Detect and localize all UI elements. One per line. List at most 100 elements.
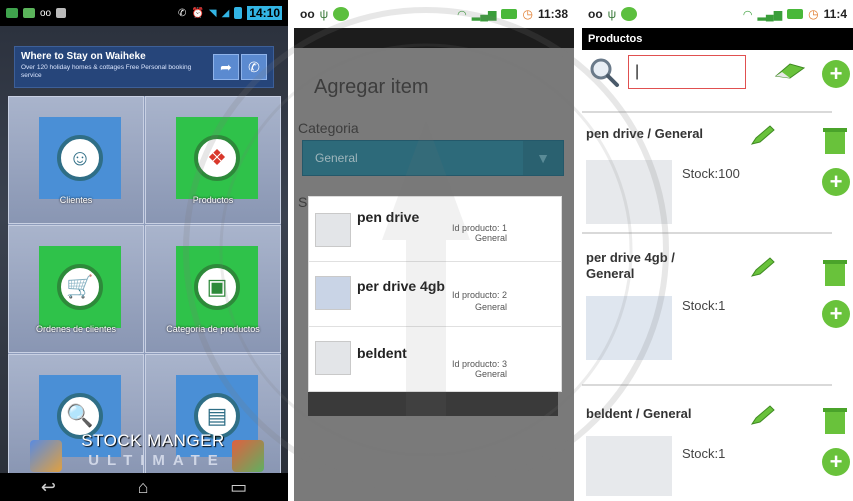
recents-icon[interactable]: ▭ (230, 477, 247, 498)
categoria-tile[interactable]: ▣ (176, 246, 258, 328)
people-icon: ☺ (57, 135, 103, 181)
list-item[interactable]: beldent Id producto: 3 General (309, 327, 561, 392)
tile-productos[interactable]: ❖ Productos (145, 96, 281, 224)
eraser-icon[interactable] (772, 62, 806, 80)
tile-clientes[interactable]: ☺ Clientes (8, 96, 144, 224)
nav-bar: ↩ ⌂ ▭ (0, 473, 288, 501)
page-title: Agregar item (314, 76, 429, 98)
battery-icon (234, 7, 243, 19)
app-notification-icon (333, 7, 350, 21)
product-thumbnail (315, 276, 351, 310)
status-bar: oo ψ ◠ ▂▄▆ ◷ 11:4 (582, 0, 853, 28)
ad-banner[interactable]: Where to Stay on Waiheke Over 120 holida… (14, 46, 274, 88)
back-icon[interactable]: ↩ (41, 477, 56, 498)
ordenes-tile[interactable]: 🛒 (39, 246, 121, 328)
mute-icon: ✆ (178, 7, 187, 19)
pencil-icon[interactable] (750, 124, 776, 146)
tile-label-ordenes: Ordenes de clientes (35, 324, 117, 334)
products-box-icon: ❖ (194, 135, 240, 181)
wifi-icon: ◥ (208, 7, 217, 19)
action-bar (294, 28, 574, 48)
productos-tile[interactable]: ❖ (176, 117, 258, 199)
status-clock: 14:10 (247, 6, 282, 20)
home-icon[interactable]: ⌂ (138, 477, 149, 498)
trash-icon[interactable] (822, 126, 848, 156)
product-category: General (474, 233, 507, 243)
tile-label-productos: Productos (192, 195, 234, 205)
trash-icon[interactable] (822, 258, 848, 288)
tile-categoria[interactable]: ▣ Categoria de productos (145, 225, 281, 353)
signal-icon: ▂▄▆ (471, 8, 497, 21)
product-category: General (474, 369, 507, 379)
add-product-icon[interactable]: + (822, 60, 850, 88)
product-name: per drive 4gb (357, 278, 445, 294)
tile-label-clientes: Clientes (59, 195, 93, 205)
dialog-buttons[interactable] (308, 392, 558, 416)
add-stock-icon[interactable]: + (822, 448, 850, 476)
product-id: Id producto: 1 (451, 223, 507, 233)
list-item[interactable]: pen drive Id producto: 1 General (309, 197, 561, 262)
divider (582, 232, 832, 234)
android-icon (23, 8, 35, 18)
category-spinner[interactable]: General ▼ (302, 140, 564, 176)
title-bar: Productos (582, 28, 853, 50)
briefcase-icon: ▣ (194, 264, 240, 310)
product-picker-dialog: pen drive Id producto: 1 General per dri… (308, 196, 562, 392)
notification-icon (6, 8, 18, 18)
usb-icon: ψ (319, 7, 329, 21)
trash-icon[interactable] (822, 406, 848, 436)
alarm-icon: ⏰ (191, 7, 204, 19)
message-icon (56, 8, 67, 18)
usb-icon: ψ (607, 7, 617, 21)
battery-icon (787, 9, 804, 19)
product-category: General (474, 302, 507, 312)
status-bar: oo ψ ◠ ▂▄▆ ◷ 11:38 (294, 0, 574, 28)
list-item[interactable]: per drive 4gb Id producto: 2 General (309, 262, 561, 327)
add-stock-icon[interactable]: + (822, 168, 850, 196)
signal-icon: ▂▄▆ (757, 8, 783, 21)
voicemail-icon: oo (588, 7, 603, 21)
product-title: beldent / General (586, 406, 692, 421)
share-arrow-icon[interactable]: ➦ (213, 54, 239, 80)
search-icon[interactable] (588, 56, 620, 88)
page-title: Productos (588, 33, 643, 45)
secondary-label: S (298, 194, 308, 210)
alarm-icon: ◷ (522, 7, 533, 21)
signal-icon: ◢ (221, 7, 230, 19)
alarm-icon: ◷ (808, 7, 819, 21)
ad-subtitle: Over 120 holiday homes & cottages Free P… (21, 64, 192, 79)
wifi-icon: ◠ (742, 8, 753, 21)
app-notification-icon (621, 7, 638, 21)
divider (582, 111, 832, 113)
product-stock: Stock:100 (682, 166, 740, 181)
dropdown-arrow-icon[interactable]: ▼ (523, 141, 563, 175)
status-bar: oo ✆ ⏰ ◥ ◢ 14:10 (0, 0, 288, 26)
pencil-icon[interactable] (750, 256, 776, 278)
product-id: Id producto: 2 (451, 290, 507, 300)
product-thumbnail (315, 213, 351, 247)
battery-icon (501, 9, 518, 19)
products-panel: oo ψ ◠ ▂▄▆ ◷ 11:4 Productos + pen drive … (582, 0, 853, 501)
cart-icon: 🛒 (57, 264, 103, 310)
menu-grid: ☺ Clientes ❖ Productos 🛒 Ordenes de clie… (8, 96, 281, 476)
ad-title: Where to Stay on Waiheke (21, 51, 146, 62)
product-title: pen drive / General (586, 126, 704, 141)
product-name: pen drive (357, 209, 420, 225)
product-stock: Stock:1 (682, 446, 726, 461)
status-clock: 11:38 (537, 7, 568, 21)
divider (582, 384, 832, 386)
pencil-icon[interactable] (750, 404, 776, 426)
add-stock-icon[interactable]: + (822, 300, 850, 328)
category-label: Categoria (298, 120, 359, 136)
tile-ordenes[interactable]: 🛒 Ordenes de clientes (8, 225, 144, 353)
product-image (586, 160, 672, 224)
product-image (586, 296, 672, 360)
phone-icon[interactable]: ✆ (241, 54, 267, 80)
product-title: per drive 4gb / General (586, 250, 675, 281)
home-screen-panel: oo ✆ ⏰ ◥ ◢ 14:10 Where to Stay on Waihek… (0, 0, 288, 501)
product-id: Id producto: 3 (451, 359, 507, 369)
search-input[interactable] (628, 55, 746, 89)
clientes-tile[interactable]: ☺ (39, 117, 121, 199)
product-image (586, 436, 672, 496)
add-item-panel: oo ψ ◠ ▂▄▆ ◷ 11:38 Agregar item Categori… (294, 0, 574, 501)
